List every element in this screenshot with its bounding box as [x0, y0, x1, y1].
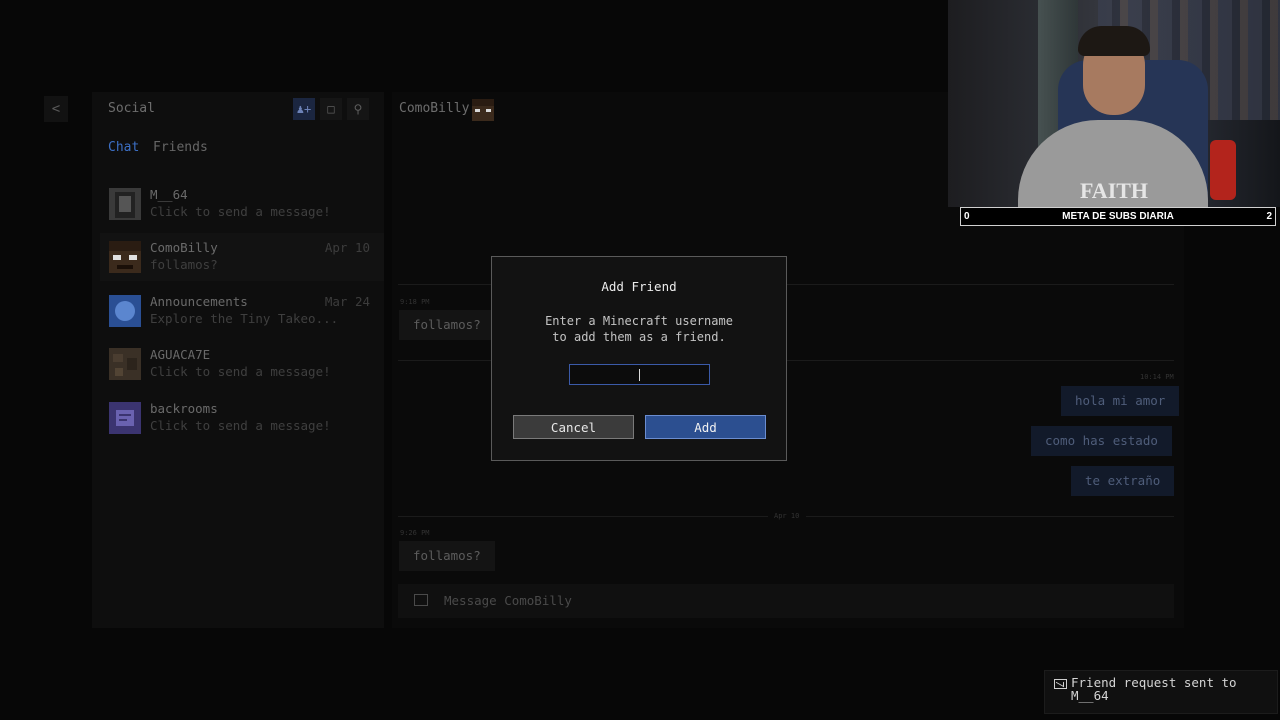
chat-user-avatar: [472, 99, 494, 121]
envelope-icon: [1054, 679, 1067, 689]
conversation-item[interactable]: backrooms Click to send a message!: [100, 394, 384, 442]
dialog-title: Add Friend: [601, 279, 677, 294]
avatar: [109, 295, 141, 327]
subs-goal-max: 2: [1266, 211, 1272, 222]
webcam-lamp: [1210, 140, 1236, 200]
add-friend-icon[interactable]: ♟+: [293, 98, 315, 120]
message-bubble-outgoing: como has estado: [1031, 426, 1172, 456]
conversation-name: ComoBilly: [150, 240, 218, 255]
back-icon: <: [51, 101, 61, 117]
shirt-text: FAITH: [1080, 178, 1149, 203]
conversation-preview: Click to send a message!: [150, 418, 331, 433]
message-timestamp: 9:26 PM: [400, 529, 430, 537]
avatar: [109, 188, 141, 220]
chat-divider: [398, 516, 768, 517]
conversation-item[interactable]: AGUACA7E Click to send a message!: [100, 340, 384, 388]
message-bubble-outgoing: hola mi amor: [1061, 386, 1180, 416]
webcam-hair: [1078, 26, 1150, 56]
message-input-placeholder[interactable]: Message ComoBilly: [444, 593, 572, 608]
dialog-message-line: Enter a Minecraft username: [545, 314, 733, 328]
conversation-date: Apr 10: [324, 240, 370, 255]
webcam-overlay: FAITH: [948, 0, 1280, 207]
message-timestamp: 10:14 PM: [1140, 373, 1174, 381]
conversation-item[interactable]: M__64 Click to send a message!: [100, 180, 384, 228]
message-bubble-outgoing: te extraño: [1071, 466, 1175, 496]
message-bubble-incoming: follamos?: [399, 310, 495, 340]
subs-goal-title: META DE SUBS DIARIA: [1062, 211, 1174, 222]
add-button[interactable]: Add: [645, 415, 766, 439]
conversation-item-selected[interactable]: ComoBilly follamos? Apr 10: [100, 233, 384, 281]
day-label: Apr 10: [774, 512, 800, 520]
avatar: [109, 402, 141, 434]
conversation-preview: Explore the Tiny Takeo...: [150, 311, 339, 326]
conversation-name: backrooms: [150, 401, 218, 416]
conversation-name: AGUACA7E: [150, 347, 211, 362]
text-caret: [639, 369, 640, 381]
tab-chat[interactable]: Chat: [108, 140, 139, 155]
conversation-name: Announcements: [150, 294, 248, 309]
new-chat-icon[interactable]: □: [320, 98, 342, 120]
conversation-item[interactable]: Announcements Explore the Tiny Takeo... …: [100, 287, 384, 335]
social-title: Social: [108, 101, 155, 116]
conversation-preview: follamos?: [150, 257, 218, 272]
avatar: [109, 241, 141, 273]
subs-goal-bar: 0 META DE SUBS DIARIA 2: [960, 207, 1276, 226]
conversation-name: M__64: [150, 187, 188, 202]
image-icon[interactable]: [414, 594, 428, 606]
search-icon[interactable]: ⚲: [347, 98, 369, 120]
cancel-button[interactable]: Cancel: [513, 415, 634, 439]
message-bubble-incoming: follamos?: [399, 541, 495, 571]
chat-divider: [806, 516, 1174, 517]
message-timestamp: 9:18 PM: [400, 298, 430, 306]
back-button[interactable]: <: [44, 96, 68, 122]
toast-text: Friend request sent to M__64: [1071, 675, 1237, 703]
tab-friends[interactable]: Friends: [153, 140, 208, 155]
avatar: [109, 348, 141, 380]
conversation-date: Mar 24: [324, 294, 370, 309]
conversation-preview: Click to send a message!: [150, 204, 331, 219]
conversation-preview: Click to send a message!: [150, 364, 331, 379]
chat-username: ComoBilly: [399, 101, 470, 116]
dialog-message: Enter a Minecraft username to add them a…: [491, 313, 787, 345]
dialog-message-line: to add them as a friend.: [552, 330, 726, 344]
